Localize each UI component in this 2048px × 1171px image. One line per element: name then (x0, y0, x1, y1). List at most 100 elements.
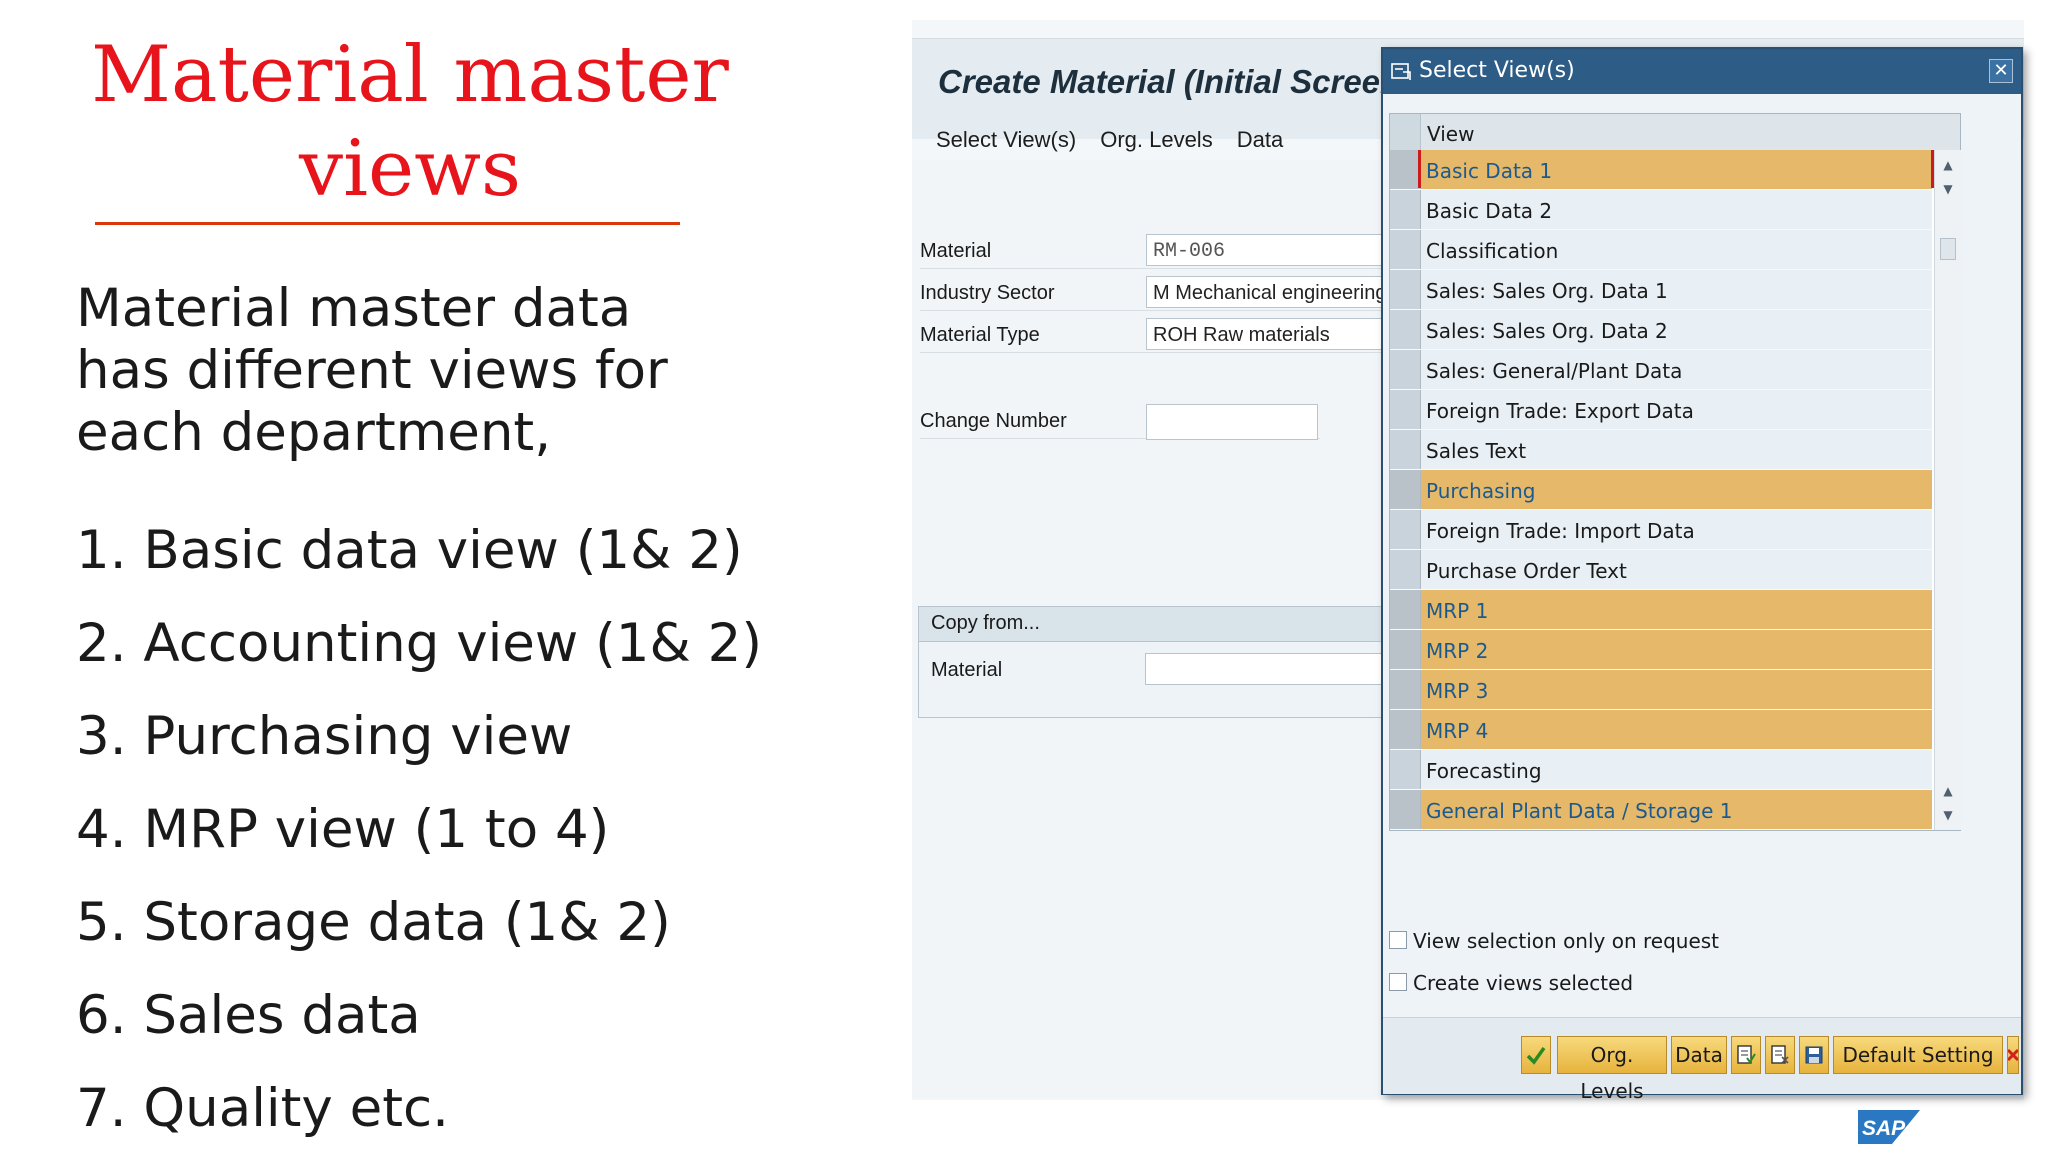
row-selector[interactable] (1390, 470, 1421, 509)
industry-sector-label: Industry Sector (920, 282, 1055, 304)
view-row-label: Sales Text (1426, 439, 1527, 463)
row-selector[interactable] (1390, 310, 1421, 349)
table-scrollbar[interactable]: ▲ ▼ ▲ ▼ (1934, 150, 1961, 830)
view-list-item: 3. Purchasing view (76, 706, 573, 767)
menu-select-views[interactable]: Select View(s) (936, 127, 1076, 153)
view-row-label: Classification (1426, 239, 1559, 263)
material-type-row: Material Type ROH Raw materials (920, 316, 1396, 353)
row-selector[interactable] (1390, 550, 1421, 589)
create-views-selected-checkbox[interactable] (1389, 973, 1407, 991)
view-row[interactable]: MRP 4 (1390, 710, 1932, 750)
row-selector[interactable] (1390, 390, 1421, 429)
view-row[interactable]: Purchasing (1390, 470, 1932, 510)
view-column-header: View (1427, 122, 1475, 146)
view-row[interactable]: Purchase Order Text (1390, 550, 1932, 590)
view-selection-on-request-checkbox[interactable] (1389, 931, 1407, 949)
view-row-label: Sales: Sales Org. Data 2 (1426, 319, 1668, 343)
view-row[interactable]: Basic Data 2 (1390, 190, 1932, 230)
dialog-title-bar: Select View(s) ✕ (1383, 49, 2021, 94)
view-row[interactable]: Foreign Trade: Export Data (1390, 390, 1932, 430)
change-number-input[interactable] (1146, 404, 1318, 440)
material-row: Material RM-006 (920, 232, 1396, 269)
data-button[interactable]: Data (1671, 1036, 1727, 1074)
view-row-label: Basic Data 1 (1426, 159, 1553, 183)
view-row[interactable]: Sales Text (1390, 430, 1932, 470)
checkmark-icon[interactable] (1521, 1036, 1551, 1074)
change-number-row: Change Number (920, 402, 1320, 440)
view-list-item: 7. Quality etc. (76, 1078, 450, 1139)
copy-from-title: Copy from... (931, 612, 1040, 634)
view-row[interactable]: Forecasting (1390, 750, 1932, 790)
scroll-page-up-icon[interactable]: ▲ (1939, 782, 1957, 800)
close-x-icon[interactable]: ✕ (1989, 59, 2013, 83)
view-row[interactable]: Sales: General/Plant Data (1390, 350, 1932, 390)
row-selector[interactable] (1390, 350, 1421, 389)
row-selector[interactable] (1390, 750, 1421, 789)
row-selector[interactable] (1390, 430, 1421, 469)
view-row[interactable]: Classification (1390, 230, 1932, 270)
dialog-title: Select View(s) (1419, 58, 1575, 83)
row-selector[interactable] (1390, 790, 1421, 829)
select-views-dialog: Select View(s) ✕ View Basic Data 1 Basic … (1381, 47, 2023, 1103)
view-row[interactable]: Sales: Sales Org. Data 2 (1390, 310, 1932, 350)
view-row[interactable]: MRP 1 (1390, 590, 1932, 630)
industry-sector-select[interactable]: M Mechanical engineering (1146, 276, 1396, 308)
row-selector[interactable] (1390, 630, 1421, 669)
view-row-label: Foreign Trade: Export Data (1426, 399, 1694, 423)
views-table: View Basic Data 1 Basic Data 2 Classificat… (1389, 113, 1961, 831)
view-list: 1. Basic data view (1& 2) 2. Accounting … (76, 520, 762, 1171)
view-row-label: MRP 2 (1426, 639, 1489, 663)
view-row[interactable]: General Plant Data / Storage 1 (1390, 790, 1932, 830)
svg-text:SAP: SAP (1862, 1117, 1906, 1140)
view-row-label: General Plant Data / Storage 1 (1426, 799, 1733, 823)
default-setting-button[interactable]: Default Setting (1833, 1036, 2003, 1074)
slide-title-line2: views (299, 124, 521, 214)
change-number-label: Change Number (920, 410, 1067, 432)
scroll-down-icon[interactable]: ▼ (1939, 806, 1957, 824)
view-row-label: Purchase Order Text (1426, 559, 1627, 583)
row-selector[interactable] (1390, 710, 1421, 749)
views-table-header: View (1390, 114, 1960, 151)
copy-from-header: Copy from... (919, 607, 1389, 642)
material-input[interactable]: RM-006 (1146, 234, 1396, 266)
view-row-label: Forecasting (1426, 759, 1542, 783)
view-row-label: Purchasing (1426, 479, 1536, 503)
view-row-label: Foreign Trade: Import Data (1426, 519, 1695, 543)
save-icon[interactable] (1799, 1036, 1829, 1074)
row-selector[interactable] (1390, 150, 1421, 189)
material-type-label: Material Type (920, 324, 1040, 346)
scroll-up-icon[interactable]: ▲ (1939, 156, 1957, 174)
scroll-thumb[interactable] (1940, 238, 1956, 260)
view-row[interactable]: Foreign Trade: Import Data (1390, 510, 1932, 550)
view-row[interactable]: MRP 2 (1390, 630, 1932, 670)
industry-sector-row: Industry Sector M Mechanical engineering (920, 274, 1396, 311)
select-all-icon[interactable] (1731, 1036, 1761, 1074)
slide-title-line1: Material master (91, 30, 729, 120)
select-all-column[interactable] (1390, 114, 1421, 150)
row-selector[interactable] (1390, 230, 1421, 269)
menu-data[interactable]: Data (1237, 127, 1283, 153)
row-selector[interactable] (1390, 190, 1421, 229)
row-selector[interactable] (1390, 510, 1421, 549)
material-type-select[interactable]: ROH Raw materials (1146, 318, 1396, 350)
view-list-item: 6. Sales data (76, 985, 421, 1046)
view-row-label: Sales: Sales Org. Data 1 (1426, 279, 1668, 303)
view-row[interactable]: Basic Data 1 (1390, 150, 1934, 190)
intro-text: Material master data has different views… (76, 278, 668, 463)
copy-material-row: Material (931, 651, 1385, 687)
view-row[interactable]: MRP 3 (1390, 670, 1932, 710)
cancel-x-icon[interactable] (2007, 1036, 2019, 1074)
row-selector[interactable] (1390, 590, 1421, 629)
row-selector[interactable] (1390, 670, 1421, 709)
copy-material-input[interactable] (1145, 653, 1385, 685)
view-list-item: 1. Basic data view (1& 2) (76, 520, 743, 581)
org-levels-button[interactable]: Org. Levels (1557, 1036, 1667, 1103)
scroll-page-down-icon[interactable]: ▼ (1939, 180, 1957, 198)
copy-material-label: Material (931, 659, 1003, 681)
deselect-all-icon[interactable] (1765, 1036, 1795, 1074)
view-row[interactable]: Sales: Sales Org. Data 1 (1390, 270, 1932, 310)
menu-org-levels[interactable]: Org. Levels (1100, 127, 1213, 153)
row-selector[interactable] (1390, 270, 1421, 309)
slide-title: Material master views (90, 28, 730, 216)
view-row-label: Basic Data 2 (1426, 199, 1553, 223)
